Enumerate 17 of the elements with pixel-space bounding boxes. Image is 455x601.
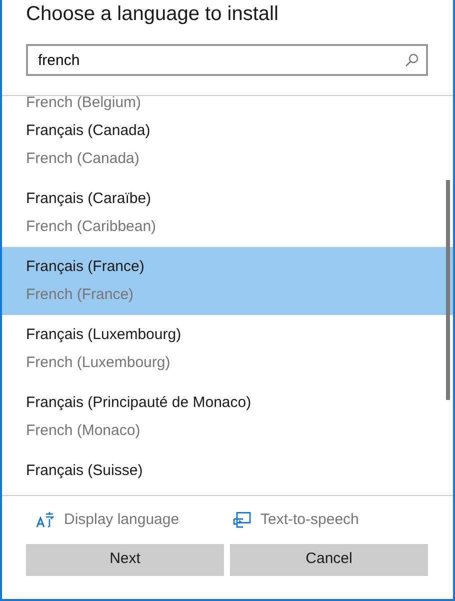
monitor-icon <box>232 512 250 529</box>
language-item[interactable]: French (Belgium) <box>2 96 453 111</box>
language-item[interactable]: Français (Canada) French (Canada) <box>2 111 453 179</box>
language-item[interactable]: Français (Principauté de Monaco) French (Monaco) <box>2 383 453 451</box>
language-item[interactable]: Français (Luxembourg) French (Luxembourg) <box>2 315 453 383</box>
language-item[interactable]: Français (Caraïbe) French (Caribbean) <box>2 179 453 247</box>
search-field[interactable]: french <box>26 44 428 76</box>
next-button[interactable]: Next <box>26 544 224 576</box>
scrollbar-thumb[interactable] <box>446 180 450 400</box>
feature-label: Display language <box>64 510 180 530</box>
feature-label: Text-to-speech <box>260 510 359 530</box>
cancel-button[interactable]: Cancel <box>230 544 428 576</box>
search-icon <box>405 53 419 67</box>
language-item[interactable]: Français (France) French (France) <box>2 247 453 315</box>
dialog-title: Choose a language to install <box>25 2 280 27</box>
language-item[interactable]: Français (Suisse) <box>2 451 453 495</box>
language-icon <box>36 512 54 528</box>
